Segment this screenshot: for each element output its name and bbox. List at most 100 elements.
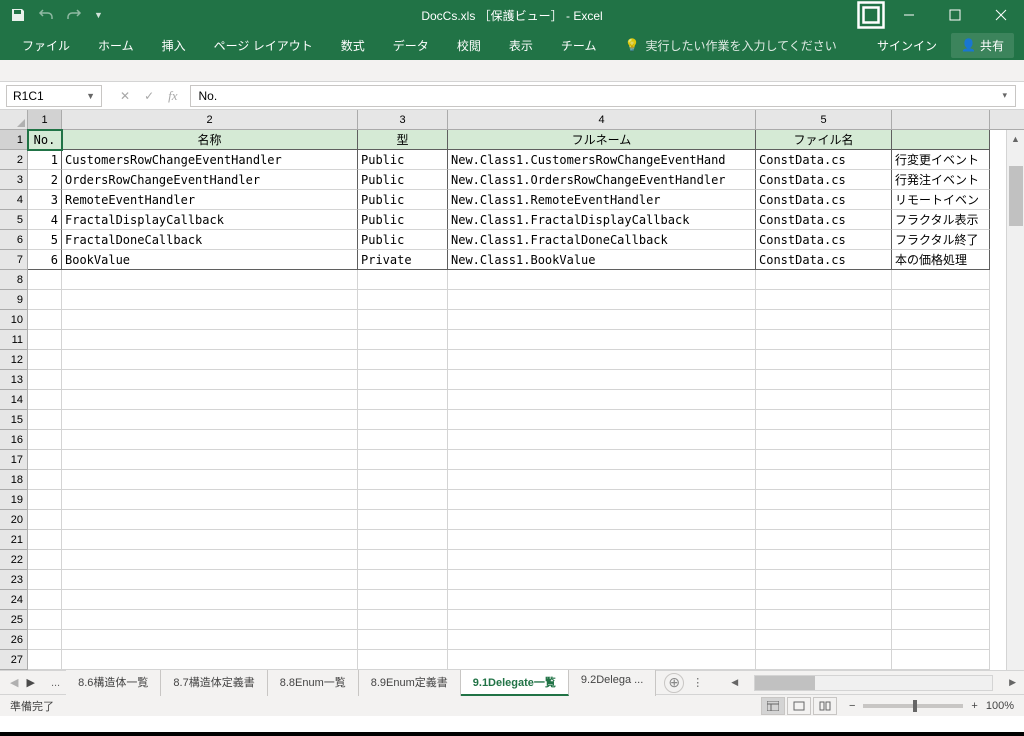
empty-cell[interactable]: [358, 650, 448, 670]
empty-cell[interactable]: [358, 610, 448, 630]
fx-icon[interactable]: fx: [168, 88, 177, 104]
empty-cell[interactable]: [358, 470, 448, 490]
row-header[interactable]: 19: [0, 490, 27, 510]
row-header[interactable]: 6: [0, 230, 27, 250]
zoom-out-button[interactable]: −: [849, 700, 855, 712]
vertical-scrollbar[interactable]: ▲: [1006, 130, 1024, 670]
empty-cell[interactable]: [892, 390, 990, 410]
empty-cell[interactable]: [756, 390, 892, 410]
empty-cell[interactable]: [756, 510, 892, 530]
empty-cell[interactable]: [892, 550, 990, 570]
sheet-tab[interactable]: 8.7構造体定義書: [161, 670, 267, 696]
empty-cell[interactable]: [448, 330, 756, 350]
empty-cell[interactable]: [892, 470, 990, 490]
row-header[interactable]: 2: [0, 150, 27, 170]
empty-cell[interactable]: [62, 310, 358, 330]
data-cell[interactable]: 3: [28, 190, 62, 210]
empty-cell[interactable]: [448, 450, 756, 470]
tab-home[interactable]: ホーム: [86, 31, 146, 60]
empty-cell[interactable]: [756, 350, 892, 370]
data-cell[interactable]: フラクタル表示: [892, 210, 990, 230]
empty-cell[interactable]: [62, 490, 358, 510]
cells-area[interactable]: No.名称型フルネームファイル名1CustomersRowChangeEvent…: [28, 130, 1024, 670]
row-header[interactable]: 15: [0, 410, 27, 430]
empty-cell[interactable]: [448, 270, 756, 290]
data-cell[interactable]: 5: [28, 230, 62, 250]
data-cell[interactable]: BookValue: [62, 250, 358, 270]
row-header[interactable]: 13: [0, 370, 27, 390]
data-cell[interactable]: ConstData.cs: [756, 230, 892, 250]
column-header[interactable]: 3: [358, 110, 448, 129]
tell-me-search[interactable]: 💡 実行したい作業を入力してください: [624, 37, 836, 54]
tab-file[interactable]: ファイル: [10, 31, 82, 60]
empty-cell[interactable]: [358, 530, 448, 550]
empty-cell[interactable]: [448, 650, 756, 670]
empty-cell[interactable]: [756, 430, 892, 450]
empty-cell[interactable]: [358, 350, 448, 370]
data-cell[interactable]: ConstData.cs: [756, 170, 892, 190]
empty-cell[interactable]: [756, 530, 892, 550]
column-header[interactable]: 4: [448, 110, 756, 129]
scroll-left-icon[interactable]: ◀: [731, 677, 738, 688]
empty-cell[interactable]: [62, 430, 358, 450]
empty-cell[interactable]: [448, 290, 756, 310]
data-cell[interactable]: Private: [358, 250, 448, 270]
empty-cell[interactable]: [448, 410, 756, 430]
sheet-next-icon[interactable]: ▶: [26, 676, 34, 689]
empty-cell[interactable]: [892, 530, 990, 550]
row-header[interactable]: 14: [0, 390, 27, 410]
empty-cell[interactable]: [448, 370, 756, 390]
sheet-tab[interactable]: 8.9Enum定義書: [359, 670, 461, 696]
empty-cell[interactable]: [448, 390, 756, 410]
sheet-tab[interactable]: 8.8Enum一覧: [268, 670, 359, 696]
empty-cell[interactable]: [62, 390, 358, 410]
row-header[interactable]: 17: [0, 450, 27, 470]
empty-cell[interactable]: [448, 570, 756, 590]
empty-cell[interactable]: [62, 590, 358, 610]
empty-cell[interactable]: [28, 270, 62, 290]
minimize-button[interactable]: [886, 0, 932, 30]
tab-insert[interactable]: 挿入: [150, 31, 198, 60]
view-page-layout-button[interactable]: [787, 697, 811, 715]
data-cell[interactable]: 本の価格処理: [892, 250, 990, 270]
row-header[interactable]: 5: [0, 210, 27, 230]
name-box[interactable]: R1C1 ▼: [6, 85, 102, 107]
zoom-level[interactable]: 100%: [986, 700, 1014, 712]
empty-cell[interactable]: [62, 650, 358, 670]
empty-cell[interactable]: [448, 630, 756, 650]
empty-cell[interactable]: [28, 650, 62, 670]
empty-cell[interactable]: [62, 270, 358, 290]
empty-cell[interactable]: [892, 410, 990, 430]
sheet-nav-arrows[interactable]: ◀ ▶: [0, 676, 45, 689]
formula-input[interactable]: No. ▾: [190, 85, 1016, 107]
row-header[interactable]: 18: [0, 470, 27, 490]
sheet-tab[interactable]: 8.6構造体一覧: [66, 670, 161, 696]
empty-cell[interactable]: [28, 470, 62, 490]
empty-cell[interactable]: [448, 610, 756, 630]
data-cell[interactable]: 行発注イベント: [892, 170, 990, 190]
empty-cell[interactable]: [358, 550, 448, 570]
close-button[interactable]: [978, 0, 1024, 30]
empty-cell[interactable]: [28, 590, 62, 610]
empty-cell[interactable]: [28, 570, 62, 590]
empty-cell[interactable]: [62, 290, 358, 310]
zoom-slider[interactable]: [863, 704, 963, 708]
data-cell[interactable]: Public: [358, 150, 448, 170]
data-cell[interactable]: Public: [358, 190, 448, 210]
header-cell[interactable]: フルネーム: [448, 130, 756, 150]
empty-cell[interactable]: [28, 350, 62, 370]
empty-cell[interactable]: [358, 290, 448, 310]
empty-cell[interactable]: [892, 610, 990, 630]
empty-cell[interactable]: [756, 610, 892, 630]
empty-cell[interactable]: [756, 270, 892, 290]
empty-cell[interactable]: [892, 650, 990, 670]
empty-cell[interactable]: [756, 590, 892, 610]
sheet-tab[interactable]: 9.1Delegate一覧: [461, 670, 569, 696]
data-cell[interactable]: Public: [358, 210, 448, 230]
save-icon[interactable]: [10, 7, 26, 23]
empty-cell[interactable]: [892, 450, 990, 470]
empty-cell[interactable]: [28, 370, 62, 390]
formula-expand-icon[interactable]: ▾: [1002, 90, 1007, 101]
row-header[interactable]: 21: [0, 530, 27, 550]
empty-cell[interactable]: [756, 650, 892, 670]
